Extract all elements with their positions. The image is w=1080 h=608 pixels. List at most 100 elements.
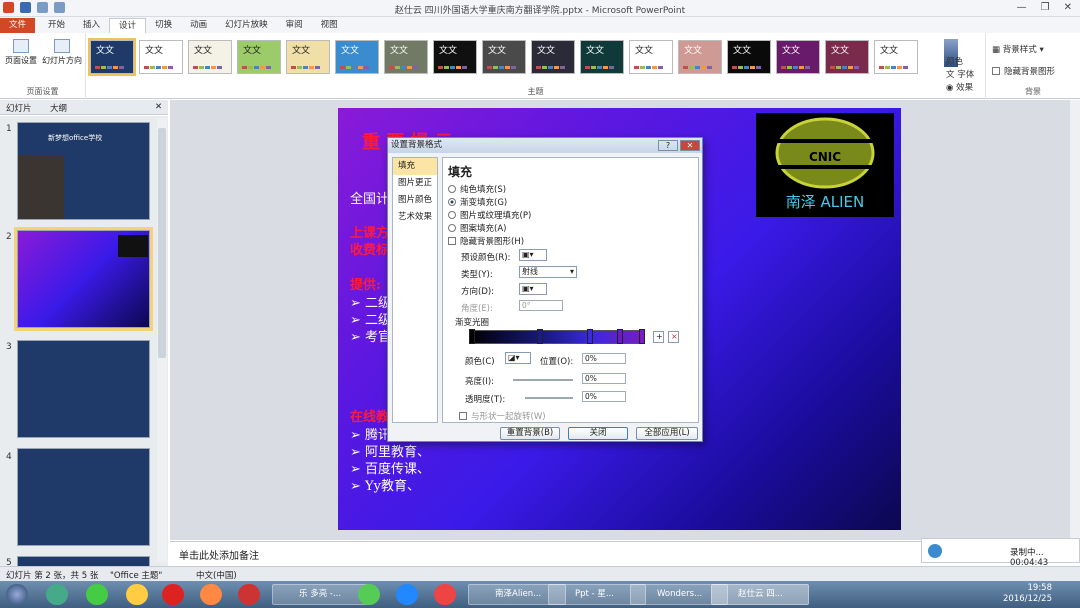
youdao-icon[interactable] — [238, 584, 260, 605]
fill-heading: 填充 — [448, 165, 473, 179]
slide-thumbnail-5[interactable] — [17, 556, 150, 566]
slide-thumbnail-3[interactable] — [17, 340, 150, 438]
tab-slideshow[interactable]: 幻灯片放映 — [216, 18, 277, 33]
minimize-button[interactable]: — — [1017, 2, 1027, 13]
tab-view[interactable]: 视图 — [312, 18, 347, 33]
tab-home[interactable]: 开始 — [39, 18, 74, 33]
reset-background-button[interactable]: 重置背景(B) — [500, 427, 560, 440]
theme-color-bars — [144, 66, 173, 69]
theme-color-bars — [634, 66, 663, 69]
theme-9[interactable]: 文文 — [482, 40, 526, 74]
maximize-button[interactable]: ❐ — [1041, 2, 1050, 13]
app-icon[interactable] — [86, 584, 108, 605]
category-fill[interactable]: 填充 — [393, 158, 437, 175]
theme-7[interactable]: 文文 — [384, 40, 428, 74]
slide-thumbnail-2[interactable] — [14, 227, 153, 331]
rotate-with-shape-checkbox[interactable]: 与形状一起旋转(W) — [459, 410, 546, 422]
help-button[interactable]: ? — [658, 140, 678, 151]
thumbnail-scrollbar[interactable] — [157, 118, 167, 562]
group-page-setup: 页面设置 幻灯片方向 页面设置 — [0, 33, 86, 99]
gradient-stop[interactable] — [639, 329, 645, 344]
tab-review[interactable]: 审阅 — [277, 18, 312, 33]
taskbar-window[interactable]: 乐 多亮 -... — [272, 584, 370, 605]
start-button[interactable] — [6, 584, 28, 605]
clock[interactable]: 19:58 2016/12/25 — [1003, 583, 1052, 605]
app-icon[interactable] — [396, 584, 418, 605]
scroll-thumb[interactable] — [158, 128, 166, 358]
remove-stop-icon[interactable]: × — [668, 331, 679, 343]
tab-animations[interactable]: 动画 — [181, 18, 216, 33]
theme-17[interactable]: 文文 — [874, 40, 918, 74]
slide-thumbnail-4[interactable] — [17, 448, 150, 546]
language[interactable]: 中文(中国) — [196, 569, 237, 581]
tab-insert[interactable]: 插入 — [74, 18, 109, 33]
slide-scrollbar[interactable] — [1070, 100, 1080, 540]
gradient-stop[interactable] — [617, 329, 623, 344]
tab-transitions[interactable]: 切换 — [146, 18, 181, 33]
theme-1[interactable]: 文文 — [88, 38, 136, 76]
dialog-close-action-button[interactable]: 关闭 — [568, 427, 628, 440]
theme-16[interactable]: 文文 — [825, 40, 869, 74]
checkbox-label: 与形状一起旋转(W) — [471, 412, 546, 422]
taskbar-window-active[interactable]: 赵仕云 四... — [711, 584, 809, 605]
gradient-stop[interactable] — [587, 329, 593, 344]
transparency-input[interactable]: 0% — [582, 391, 626, 402]
slide-thumbnail-1[interactable]: 新梦想office学校 — [17, 122, 150, 220]
fonts-button[interactable]: 文 字体 — [946, 68, 974, 80]
app-icon[interactable] — [434, 584, 456, 605]
tab-outline[interactable]: 大纲 — [50, 102, 67, 114]
theme-11[interactable]: 文文 — [580, 40, 624, 74]
tab-slides[interactable]: 幻灯片 — [6, 102, 32, 114]
theme-5[interactable]: 文文 — [286, 40, 330, 74]
theme-12[interactable]: 文文 — [629, 40, 673, 74]
category-picture-correction[interactable]: 图片更正 — [393, 175, 437, 192]
dialog-close-button[interactable]: ✕ — [680, 140, 700, 151]
app-icon[interactable] — [162, 584, 184, 605]
theme-3[interactable]: 文文 — [188, 40, 232, 74]
theme-4[interactable]: 文文 — [237, 40, 281, 74]
page-setup-button[interactable]: 页面设置 — [1, 37, 41, 66]
background-styles-button[interactable]: ▦ 背景样式 ▾ — [992, 43, 1044, 55]
category-artistic-effects[interactable]: 艺术效果 — [393, 209, 437, 226]
colors-button[interactable]: 颜色 — [946, 55, 963, 67]
color-picker-dropdown[interactable]: ◪▾ — [505, 352, 531, 364]
effects-button[interactable]: ◉ 效果 — [946, 81, 973, 93]
apply-all-button[interactable]: 全部应用(L) — [636, 427, 698, 440]
wechat-icon[interactable] — [358, 584, 380, 605]
theme-13[interactable]: 文文 — [678, 40, 722, 74]
close-pane-icon[interactable]: ✕ — [155, 102, 162, 112]
direction-dropdown[interactable]: ▣▾ — [519, 283, 547, 295]
theme-14[interactable]: 文文 — [727, 40, 771, 74]
picture-fill-radio[interactable]: 图片或纹理填充(P) — [448, 209, 531, 221]
brightness-input[interactable]: 0% — [582, 373, 626, 384]
theme-2[interactable]: 文文 — [139, 40, 183, 74]
type-dropdown[interactable]: 射线 ▾ — [519, 266, 577, 278]
brightness-slider[interactable] — [513, 379, 573, 381]
close-button[interactable]: ✕ — [1064, 2, 1072, 13]
app-icon[interactable] — [200, 584, 222, 605]
gradient-stop[interactable] — [537, 329, 543, 344]
hide-background-graphics-checkbox[interactable]: 隐藏背景图形(H) — [448, 235, 524, 247]
add-stop-icon[interactable]: + — [653, 331, 664, 343]
pattern-fill-radio[interactable]: 图案填充(A) — [448, 222, 506, 234]
solid-fill-radio[interactable]: 纯色填充(S) — [448, 183, 506, 195]
position-input[interactable]: 0% — [582, 353, 626, 364]
theme-8[interactable]: 文文 — [433, 40, 477, 74]
app-icon[interactable] — [126, 584, 148, 605]
theme-10[interactable]: 文文 — [531, 40, 575, 74]
gradient-stop[interactable] — [469, 329, 475, 344]
theme-6[interactable]: 文文 — [335, 40, 379, 74]
hide-background-checkbox[interactable]: 隐藏背景图形 — [992, 65, 1055, 77]
slide-orientation-button[interactable]: 幻灯片方向 — [42, 37, 82, 66]
angle-input[interactable]: 0° — [519, 300, 563, 311]
gradient-fill-radio[interactable]: 渐变填充(G) — [448, 196, 507, 208]
app-icon[interactable] — [46, 584, 68, 605]
transparency-slider[interactable] — [525, 397, 573, 399]
tab-design[interactable]: 设计 — [109, 18, 147, 33]
background-styles-icon: ▦ — [992, 45, 1003, 55]
theme-15[interactable]: 文文 — [776, 40, 820, 74]
category-picture-color[interactable]: 图片颜色 — [393, 192, 437, 209]
tab-file[interactable]: 文件 — [0, 18, 36, 33]
color-label: 颜色(C) — [465, 357, 495, 367]
preset-colors-dropdown[interactable]: ▣▾ — [519, 249, 547, 261]
